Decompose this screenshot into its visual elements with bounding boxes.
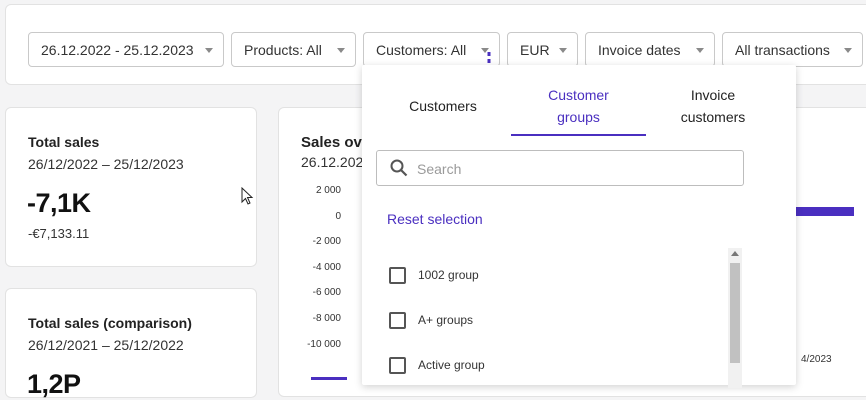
chevron-down-icon — [337, 48, 345, 53]
chevron-down-icon — [696, 48, 704, 53]
customers-dropdown: Customers Customer groups Invoice custom… — [362, 65, 796, 388]
comparison-period: 26/12/2021 – 25/12/2022 — [28, 337, 184, 353]
y-tick-label: -10 000 — [307, 338, 341, 350]
y-tick-label: -6 000 — [312, 287, 341, 299]
mouse-pointer-icon — [241, 187, 254, 205]
reset-selection-button[interactable]: Reset selection — [387, 211, 483, 227]
tab-customer-groups-label: Customer groups — [548, 87, 609, 125]
checkbox[interactable] — [389, 266, 406, 284]
list-item[interactable]: A+ groups — [389, 310, 473, 330]
tab-customer-groups[interactable]: Customer groups — [511, 84, 646, 128]
search-icon — [390, 159, 408, 177]
total-sales-period: 26/12/2022 – 25/12/2023 — [28, 156, 184, 172]
comparison-value: 1,2P — [27, 369, 81, 399]
scrollbar-thumb[interactable] — [730, 263, 740, 363]
tab-customers[interactable]: Customers — [382, 95, 504, 117]
y-tick-label: 2 000 — [315, 185, 341, 196]
transactions-label: All transactions — [735, 41, 830, 58]
active-tab-underline — [511, 134, 646, 136]
comparison-title: Total sales (comparison) — [28, 315, 192, 331]
list-item[interactable]: Active group — [389, 355, 485, 375]
y-tick-label: -8 000 — [312, 313, 341, 324]
x-tick-label: 4/2023 — [801, 354, 832, 365]
chevron-down-icon — [844, 48, 852, 53]
y-tick-label: -2 000 — [312, 236, 341, 248]
chart-subtitle: 26.12.202 — [301, 154, 364, 170]
search-placeholder: Search — [417, 161, 462, 177]
currency-label: EUR — [520, 41, 550, 58]
total-sales-value: -7,1K — [27, 188, 91, 218]
tab-invoice-customers[interactable]: Invoice customers — [658, 84, 768, 128]
comparison-card: Total sales (comparison) 26/12/2021 – 25… — [5, 288, 257, 399]
customers-filter[interactable]: Customers: All — [363, 32, 500, 67]
date-range-label: 26.12.2022 - 25.12.2023 — [41, 41, 194, 58]
search-input[interactable]: Search — [376, 150, 744, 186]
scrollbar[interactable] — [728, 248, 742, 388]
list-item-label: A+ groups — [418, 313, 474, 327]
total-sales-card: Total sales 26/12/2022 – 25/12/2023 -7,1… — [5, 107, 257, 267]
transactions-filter[interactable]: All transactions — [722, 32, 863, 67]
products-label: Products: All — [244, 41, 322, 58]
currency-filter[interactable]: EUR — [507, 32, 578, 67]
chevron-down-icon — [205, 48, 213, 53]
list-item-label: 1002 group — [418, 268, 479, 282]
chart-title: Sales ov — [301, 134, 362, 151]
scroll-up-icon[interactable] — [731, 251, 739, 256]
total-sales-detail: -€7,133.11 — [28, 226, 90, 241]
invoice-dates-label: Invoice dates — [598, 41, 681, 58]
checkbox[interactable] — [389, 356, 406, 374]
customers-label: Customers: All — [376, 41, 467, 58]
invoice-dates-filter[interactable]: Invoice dates — [585, 32, 715, 67]
products-filter[interactable]: Products: All — [231, 32, 356, 67]
y-tick-label: -4 000 — [312, 261, 341, 273]
chart-bar — [794, 207, 854, 216]
tab-invoice-customers-label: Invoice customers — [680, 87, 746, 125]
y-tick-label: 0 — [335, 210, 341, 222]
date-range-filter[interactable]: 26.12.2022 - 25.12.2023 — [28, 32, 224, 67]
checkbox[interactable] — [389, 311, 406, 329]
total-sales-title: Total sales — [28, 134, 100, 150]
chevron-down-icon — [559, 48, 567, 53]
list-item[interactable]: 1002 group — [389, 265, 479, 285]
list-item-label: Active group — [418, 358, 485, 372]
